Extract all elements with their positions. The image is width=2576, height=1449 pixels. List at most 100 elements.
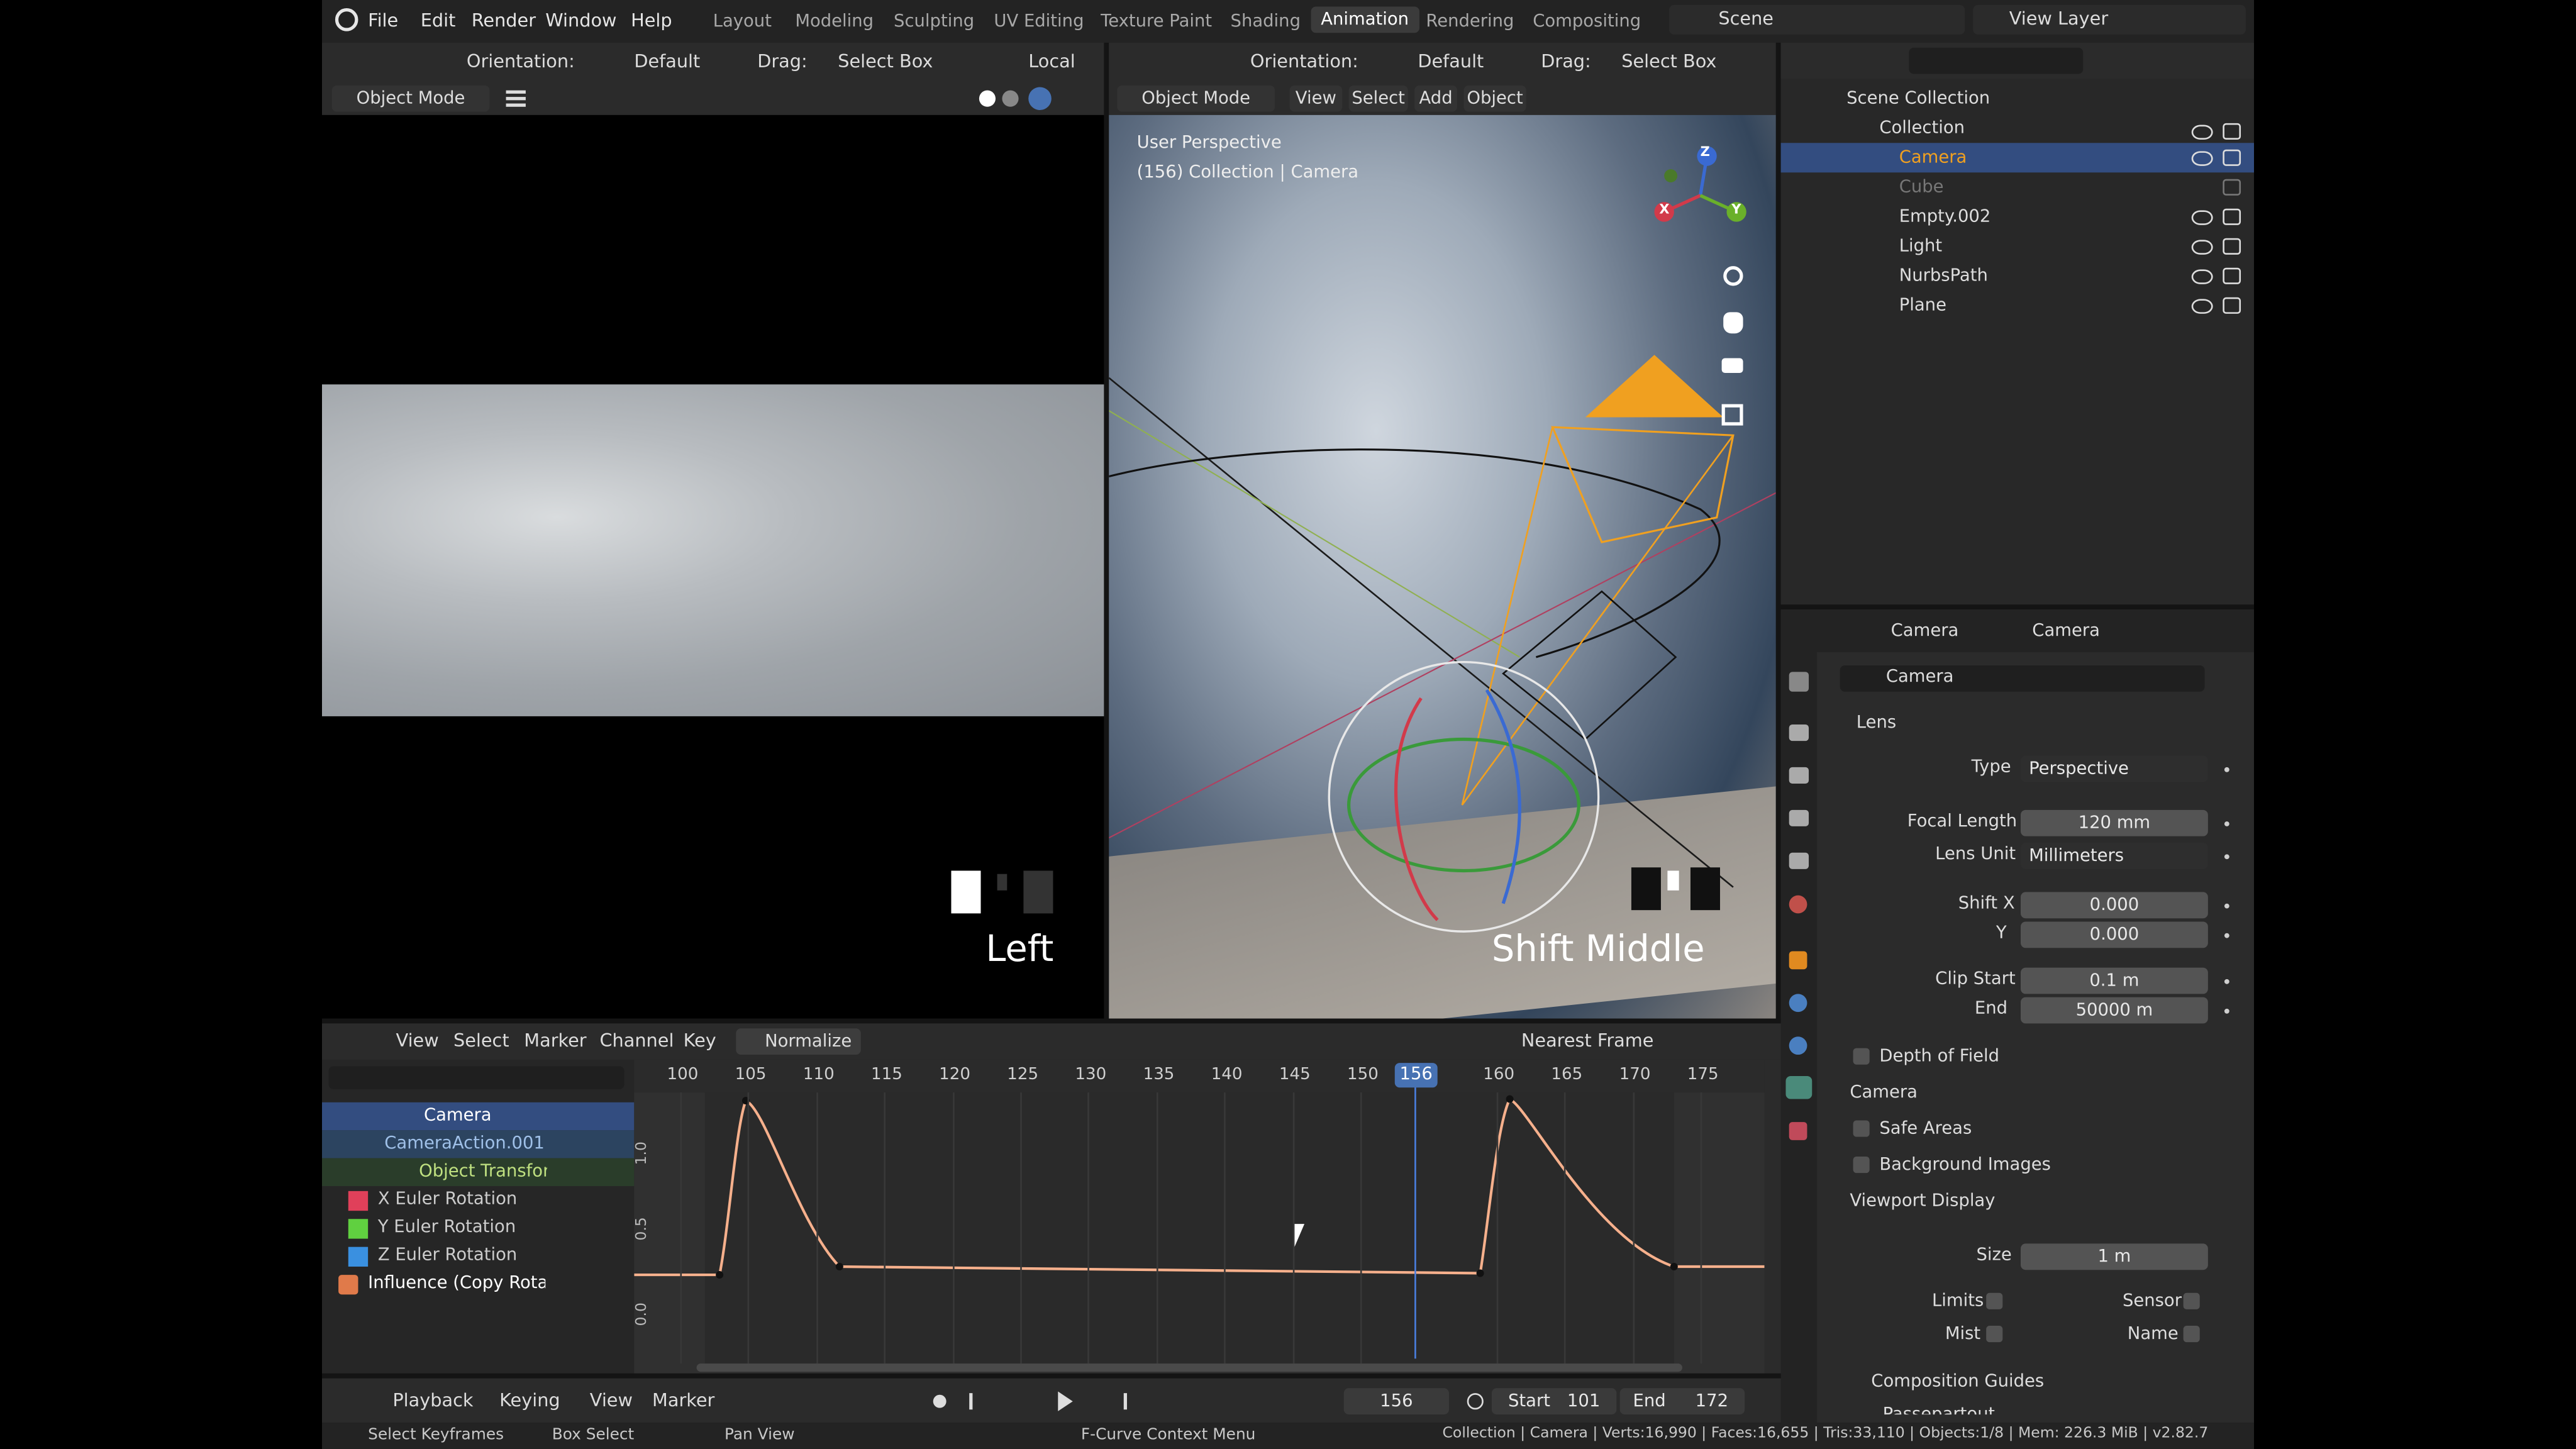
menu-window[interactable]: Window xyxy=(545,10,616,31)
clip-start-field[interactable]: 0.1 m xyxy=(2021,967,2208,994)
outliner-search-input[interactable] xyxy=(1909,47,2084,74)
end-frame-field[interactable]: End 172 xyxy=(1619,1388,1745,1415)
menu-view[interactable]: View xyxy=(1289,85,1343,112)
outliner-item-camera[interactable]: Camera xyxy=(1780,143,2254,173)
menu-edit[interactable]: Edit xyxy=(421,10,456,31)
menu-file[interactable]: File xyxy=(368,10,398,31)
shading-material-icon[interactable] xyxy=(1002,90,1019,107)
tab-modeling[interactable]: Modeling xyxy=(795,11,874,31)
mode-selector[interactable]: Object Mode xyxy=(331,85,490,112)
snap-dropdown[interactable]: Nearest Frame xyxy=(1521,1030,1654,1052)
start-frame-field[interactable]: Start 101 xyxy=(1491,1388,1617,1415)
tab-texture-paint[interactable]: Texture Paint xyxy=(1101,11,1212,31)
outliner-item-light[interactable]: Light xyxy=(1781,231,2254,261)
tab-compositing[interactable]: Compositing xyxy=(1533,11,1641,31)
navigation-gizmo[interactable]: Z X Y xyxy=(1651,140,1756,245)
texture-tab-icon[interactable] xyxy=(1789,1122,1807,1140)
constraint-tab-icon[interactable] xyxy=(1789,1036,1807,1055)
shift-x-field[interactable]: 0.000 xyxy=(2021,892,2208,919)
blender-logo-icon[interactable] xyxy=(335,8,358,31)
play-icon[interactable] xyxy=(1058,1391,1073,1411)
horizontal-scrollbar[interactable] xyxy=(696,1363,1682,1372)
sensor-checkbox[interactable] xyxy=(2183,1292,2200,1309)
graph-menu-view[interactable]: View xyxy=(396,1030,439,1052)
drag-dropdown-2[interactable]: Select Box xyxy=(1621,51,1716,72)
timeline-menu-keying[interactable]: Keying xyxy=(499,1390,560,1411)
tab-rendering[interactable]: Rendering xyxy=(1426,11,1514,31)
timeline-menu-view[interactable]: View xyxy=(590,1390,633,1411)
keyframe-point[interactable] xyxy=(1476,1269,1484,1277)
render-camera-icon[interactable] xyxy=(2223,179,2241,196)
normalize-toggle[interactable]: Normalize xyxy=(736,1028,861,1055)
timeline-menu-playback[interactable]: Playback xyxy=(392,1390,473,1411)
menu-select[interactable]: Select xyxy=(1348,85,1408,112)
channel-row-action[interactable]: CameraAction.001 xyxy=(322,1130,635,1158)
shading-solid-icon[interactable] xyxy=(979,90,996,107)
panel-depth-of-field[interactable]: Depth of Field xyxy=(1879,1046,1999,1066)
camera-object-triangle-icon[interactable] xyxy=(1585,355,1724,418)
name-checkbox[interactable] xyxy=(2183,1326,2200,1343)
channel-row-camera[interactable]: Camera xyxy=(322,1102,635,1131)
graph-menu-marker[interactable]: Marker xyxy=(524,1030,586,1052)
record-icon[interactable] xyxy=(933,1394,947,1408)
output-tab-icon[interactable] xyxy=(1789,767,1809,784)
view-layer-selector[interactable]: View Layer xyxy=(1973,4,2246,35)
eye-icon[interactable] xyxy=(2191,299,2213,314)
current-frame-field[interactable]: 156 xyxy=(1343,1388,1449,1415)
panel-background-images[interactable]: Background Images xyxy=(1879,1155,2051,1174)
panel-composition-guides[interactable]: Composition Guides xyxy=(1871,1372,2044,1391)
tab-uv-editing[interactable]: UV Editing xyxy=(994,11,1084,31)
collection-render-camera-icon[interactable] xyxy=(2223,123,2241,140)
modifier-tab-icon[interactable] xyxy=(1789,994,1807,1013)
view-layer-tab-icon[interactable] xyxy=(1789,809,1809,826)
render-tab-icon[interactable] xyxy=(1789,724,1809,741)
menu-help[interactable]: Help xyxy=(631,10,672,31)
render-camera-icon[interactable] xyxy=(2223,267,2241,284)
outliner-item-empty[interactable]: Empty.002 xyxy=(1781,202,2254,231)
drag-dropdown[interactable]: Select Box xyxy=(838,51,933,72)
limits-checkbox[interactable] xyxy=(1986,1292,2003,1309)
playhead-frame-badge[interactable]: 156 xyxy=(1394,1063,1438,1088)
size-field[interactable]: 1 m xyxy=(2021,1243,2208,1270)
render-camera-icon[interactable] xyxy=(2223,238,2241,255)
keyframe-point[interactable] xyxy=(835,1262,843,1271)
render-camera-icon[interactable] xyxy=(2223,297,2241,314)
focal-length-field[interactable]: 120 mm xyxy=(2021,809,2208,836)
camera-data-tab-icon[interactable] xyxy=(1785,1075,1813,1099)
keyframe-point[interactable] xyxy=(1506,1095,1514,1103)
panel-camera[interactable]: Camera xyxy=(1850,1082,1918,1102)
graph-menu-channel[interactable]: Channel xyxy=(599,1030,674,1052)
graph-area[interactable]: 100 105 110 115 120 125 130 135 140 145 150 160 165 1… xyxy=(634,1059,1765,1374)
shading-rendered-icon[interactable] xyxy=(1028,87,1052,111)
menu-add[interactable]: Add xyxy=(1414,85,1458,112)
shift-y-field[interactable]: 0.000 xyxy=(2021,921,2208,948)
outliner-item-nurbspath[interactable]: NurbsPath xyxy=(1781,261,2254,291)
menu-render[interactable]: Render xyxy=(472,10,536,31)
bg-images-checkbox[interactable] xyxy=(1853,1156,1870,1174)
object-tab-icon[interactable] xyxy=(1789,951,1807,970)
jump-end-icon[interactable] xyxy=(1123,1393,1127,1410)
channel-row-z-rot[interactable]: Z Euler Rotation xyxy=(322,1242,634,1270)
influence-fcurve[interactable] xyxy=(634,1097,1765,1277)
clip-end-field[interactable]: 50000 m xyxy=(2021,997,2208,1024)
mist-checkbox[interactable] xyxy=(1986,1326,2003,1343)
timeline-menu-marker[interactable]: Marker xyxy=(652,1390,714,1411)
pan-hand-icon[interactable] xyxy=(1723,312,1743,334)
channel-search-input[interactable] xyxy=(328,1066,625,1089)
render-camera-icon[interactable] xyxy=(2223,208,2241,225)
lens-unit-dropdown[interactable]: Millimeters xyxy=(2021,843,2208,869)
pivot-dropdown[interactable]: Local xyxy=(1028,51,1075,72)
collection-label[interactable]: Collection xyxy=(1879,118,1965,138)
zoom-icon[interactable] xyxy=(1723,266,1743,286)
outliner-item-cube[interactable]: Cube xyxy=(1781,172,2254,202)
3d-viewport[interactable]: User Perspective (156) Collection | Came… xyxy=(1109,114,1776,1019)
hamburger-menu-icon[interactable] xyxy=(506,90,526,94)
camera-data-name-field[interactable]: Camera xyxy=(1840,665,2205,692)
outliner-item-plane[interactable]: Plane xyxy=(1781,291,2254,320)
panel-viewport-display[interactable]: Viewport Display xyxy=(1850,1191,1995,1211)
world-tab-icon[interactable] xyxy=(1789,895,1807,914)
keyframe-point[interactable] xyxy=(716,1271,724,1279)
tab-sculpting[interactable]: Sculpting xyxy=(894,11,974,31)
dof-checkbox[interactable] xyxy=(1853,1048,1870,1065)
eye-icon[interactable] xyxy=(2191,240,2213,255)
